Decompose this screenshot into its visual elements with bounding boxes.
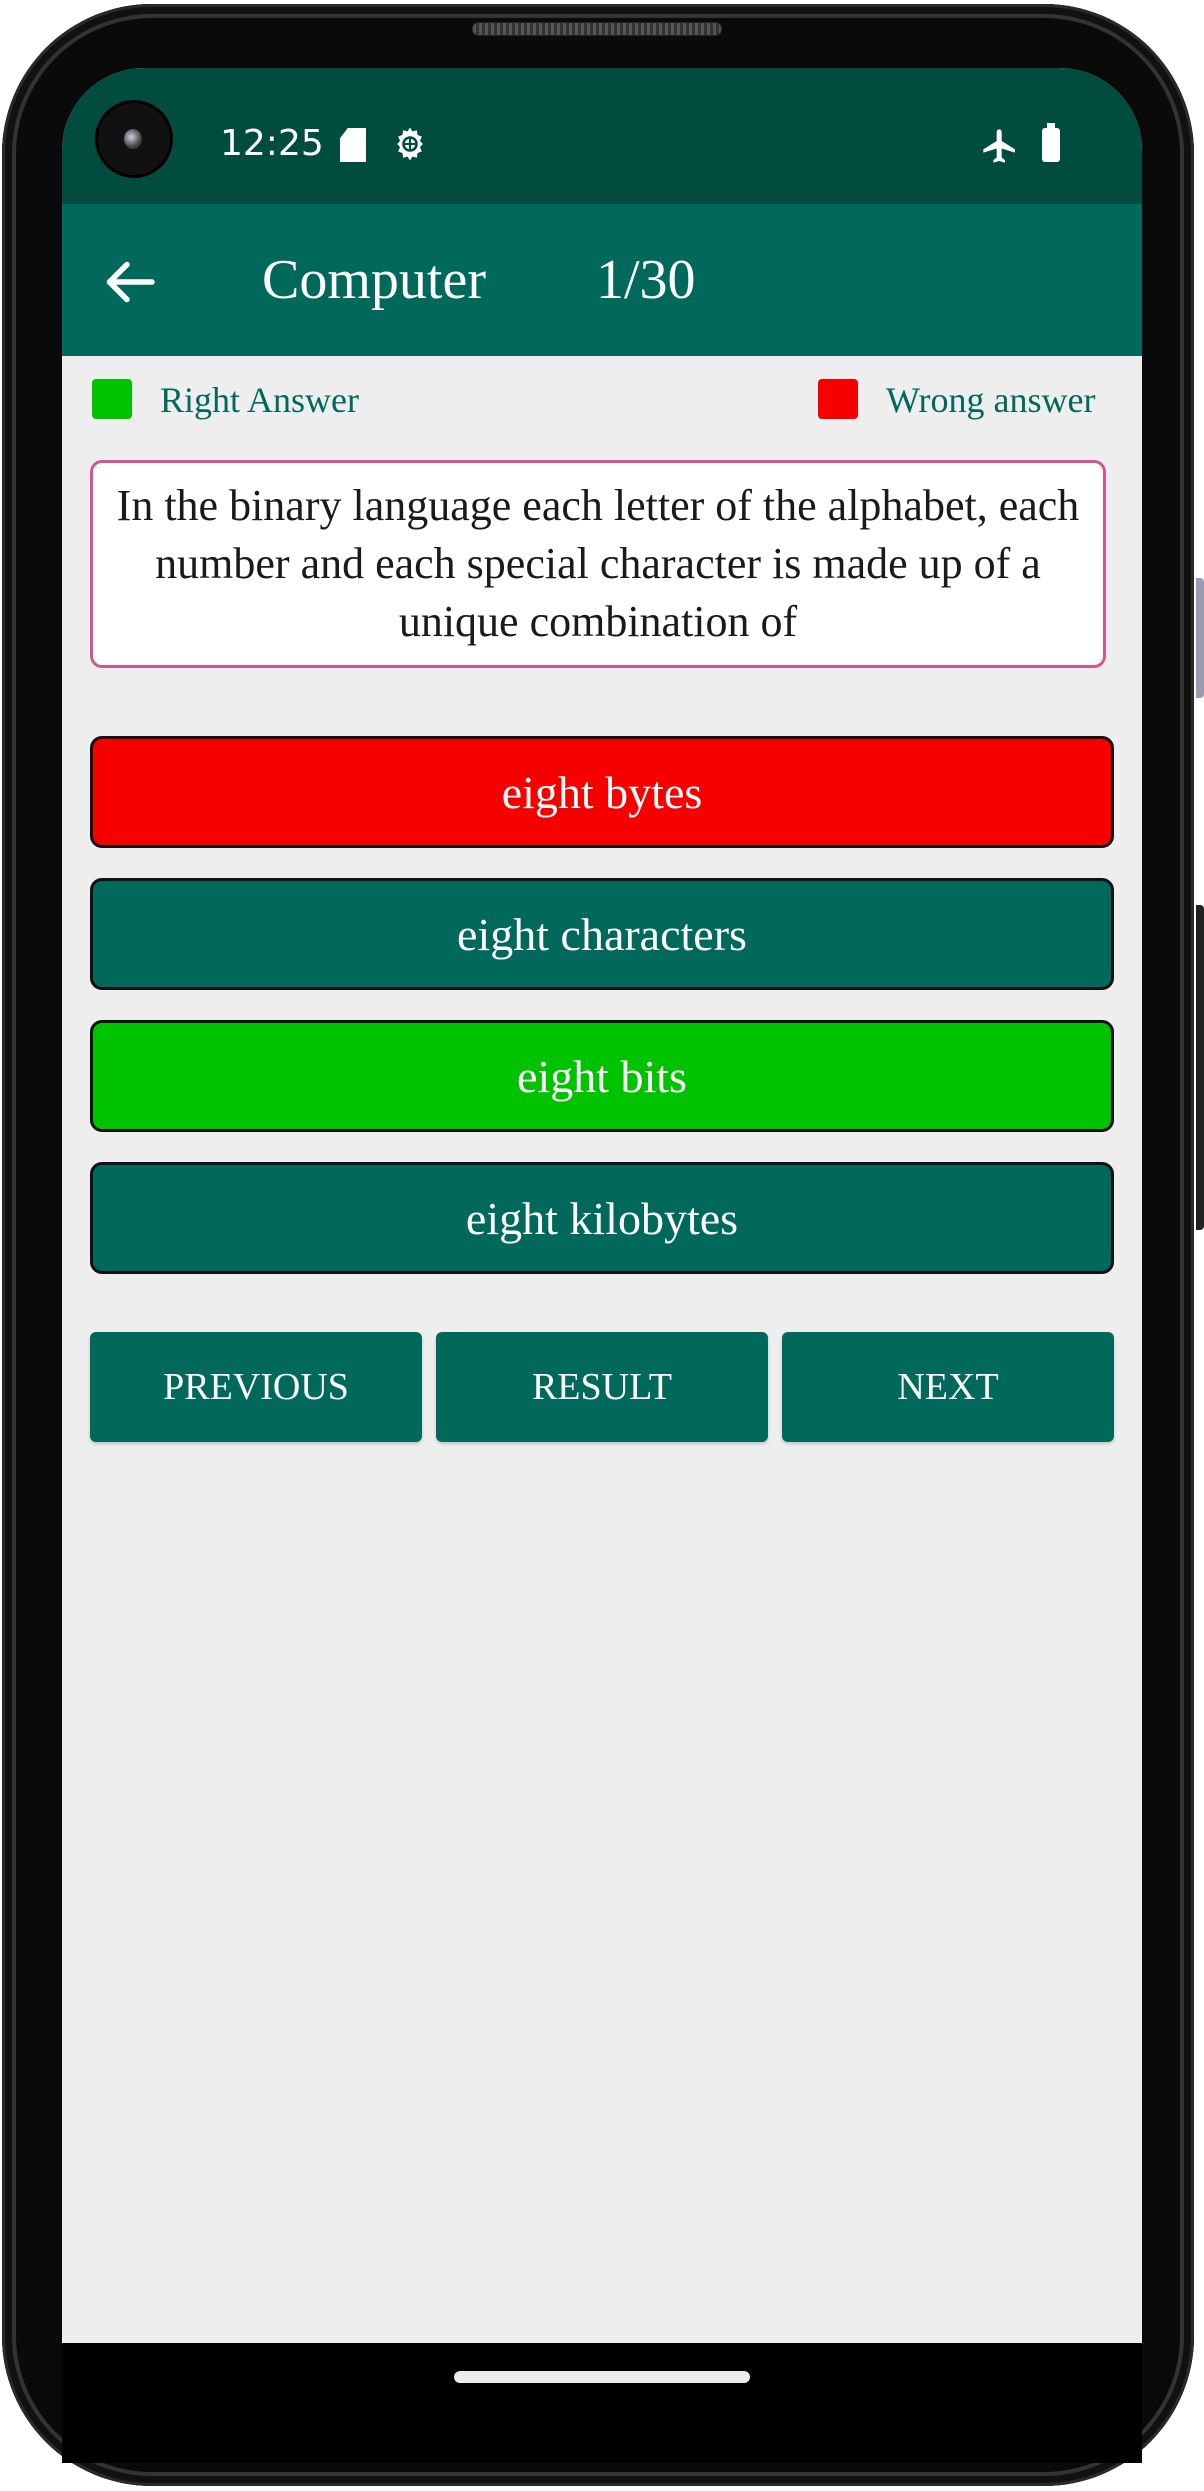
earpiece-speaker bbox=[472, 22, 722, 36]
wrong-answer-label: Wrong answer bbox=[886, 380, 1096, 420]
option-label: eight kilobytes bbox=[465, 1192, 739, 1244]
question-counter: 1/30 bbox=[596, 249, 696, 311]
back-arrow-icon[interactable] bbox=[102, 252, 162, 312]
wrong-answer-swatch bbox=[818, 379, 858, 419]
status-bar: 12:25 bbox=[62, 68, 1142, 204]
page-title: Computer bbox=[262, 249, 486, 311]
system-navigation-bar bbox=[62, 2343, 1142, 2463]
option-label: eight characters bbox=[457, 908, 747, 960]
volume-button[interactable] bbox=[1196, 578, 1204, 698]
home-gesture-handle[interactable] bbox=[454, 2371, 750, 2383]
option-button-4[interactable]: eight kilobytes bbox=[90, 1162, 1114, 1274]
power-button[interactable] bbox=[1196, 905, 1204, 1230]
previous-button[interactable]: PREVIOUS bbox=[90, 1332, 422, 1442]
status-time: 12:25 bbox=[220, 123, 324, 164]
next-button[interactable]: NEXT bbox=[782, 1332, 1114, 1442]
option-button-3[interactable]: eight bits bbox=[90, 1020, 1114, 1132]
option-button-1[interactable]: eight bytes bbox=[90, 736, 1114, 848]
result-label: RESULT bbox=[531, 1366, 673, 1408]
app-bar: Computer 1/30 bbox=[62, 204, 1142, 356]
next-label: NEXT bbox=[897, 1366, 999, 1408]
result-button[interactable]: RESULT bbox=[436, 1332, 768, 1442]
option-label: eight bits bbox=[517, 1050, 687, 1102]
question-card: In the binary language each letter of th… bbox=[90, 460, 1106, 668]
front-camera bbox=[98, 103, 170, 175]
airplane-mode-icon bbox=[983, 129, 1015, 163]
app-screen: 12:25 Computer 1/30 Right Answer Wrong a… bbox=[62, 68, 1142, 2343]
battery-icon bbox=[1042, 123, 1060, 162]
option-button-2[interactable]: eight characters bbox=[90, 878, 1114, 990]
previous-label: PREVIOUS bbox=[163, 1366, 349, 1408]
right-answer-swatch bbox=[92, 379, 132, 419]
answer-legend: Right Answer Wrong answer bbox=[62, 373, 1142, 423]
right-answer-label: Right Answer bbox=[160, 380, 360, 420]
option-label: eight bytes bbox=[501, 766, 703, 818]
settings-gear-icon bbox=[397, 127, 423, 161]
sd-card-icon bbox=[340, 128, 366, 162]
question-text: In the binary language each letter of th… bbox=[116, 481, 1080, 646]
